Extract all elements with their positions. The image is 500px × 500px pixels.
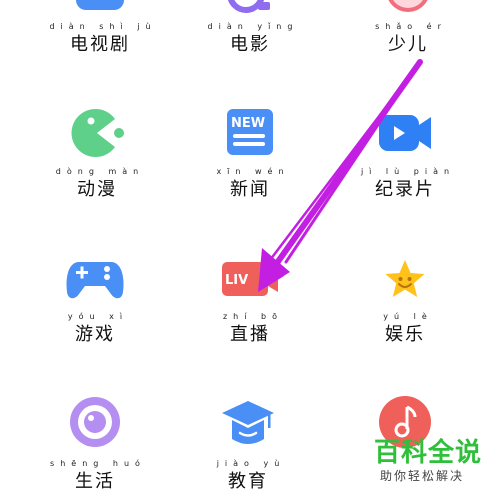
watermark: 百科全说 助你轻松解决 (374, 438, 498, 484)
movie-icon (227, 0, 270, 13)
star-face-icon (385, 260, 425, 297)
grid-item-news[interactable]: NEW xīn wén 新闻 (190, 105, 310, 200)
grid-item-games[interactable]: yóu xì 游戏 (35, 250, 155, 345)
life-icon (70, 397, 120, 447)
item-label: 新闻 (230, 179, 270, 200)
gamepad-icon (66, 262, 124, 299)
pinyin: shēng huó (50, 459, 146, 468)
watermark-subtitle: 助你轻松解决 (380, 469, 465, 483)
documentary-icon (379, 115, 431, 151)
pinyin: diàn yǐng (207, 22, 299, 31)
anime-icon (71, 109, 124, 157)
grid-item-anime[interactable]: dòng màn 动漫 (37, 105, 157, 200)
grid-item-life[interactable]: shēng huó 生活 (35, 395, 155, 500)
pinyin: yóu xì (67, 312, 129, 321)
live-badge: LIV (225, 273, 248, 288)
kids-icon (388, 0, 428, 12)
pinyin: xīn wén (216, 167, 290, 176)
education-icon (222, 401, 274, 444)
item-label: 直播 (230, 324, 270, 345)
grid-item-kids[interactable]: shǎo ér 少儿 (348, 0, 468, 60)
live-icon: LIV (222, 262, 278, 296)
item-label: 少儿 (388, 34, 428, 55)
grid-item-education[interactable]: jiào yù 教育 (188, 395, 308, 500)
pinyin: shǎo ér (375, 22, 447, 31)
item-label: 电影 (230, 34, 270, 55)
grid-item-live[interactable]: LIV zhí bō 直播 (190, 250, 310, 345)
pinyin: diàn shì jù (49, 22, 157, 31)
pinyin: zhí bō (222, 312, 283, 321)
tv-series-icon (76, 0, 124, 10)
news-badge: NEW (231, 116, 265, 131)
pinyin: yú lè (383, 312, 433, 321)
grid-item-movie[interactable]: diàn yǐng 电影 (190, 0, 310, 60)
grid-item-documentary[interactable]: jì lù piàn 纪录片 (345, 105, 465, 200)
grid-item-entertainment[interactable]: yú lè 娱乐 (345, 250, 465, 345)
news-icon: NEW (227, 109, 273, 155)
pinyin: dòng màn (55, 167, 145, 176)
pinyin: jiào yù (216, 459, 286, 468)
item-label: 生活 (75, 471, 115, 492)
grid-item-tv[interactable]: diàn shì jù 电视剧 (40, 0, 160, 60)
item-label: 娱乐 (385, 324, 425, 345)
item-label: 动漫 (77, 179, 117, 200)
item-label: 纪录片 (375, 179, 435, 200)
item-label: 教育 (228, 471, 268, 492)
watermark-title: 百科全说 (374, 438, 483, 468)
item-label: 游戏 (75, 324, 115, 345)
pinyin: jì lù piàn (360, 167, 456, 176)
item-label: 电视剧 (70, 34, 130, 55)
